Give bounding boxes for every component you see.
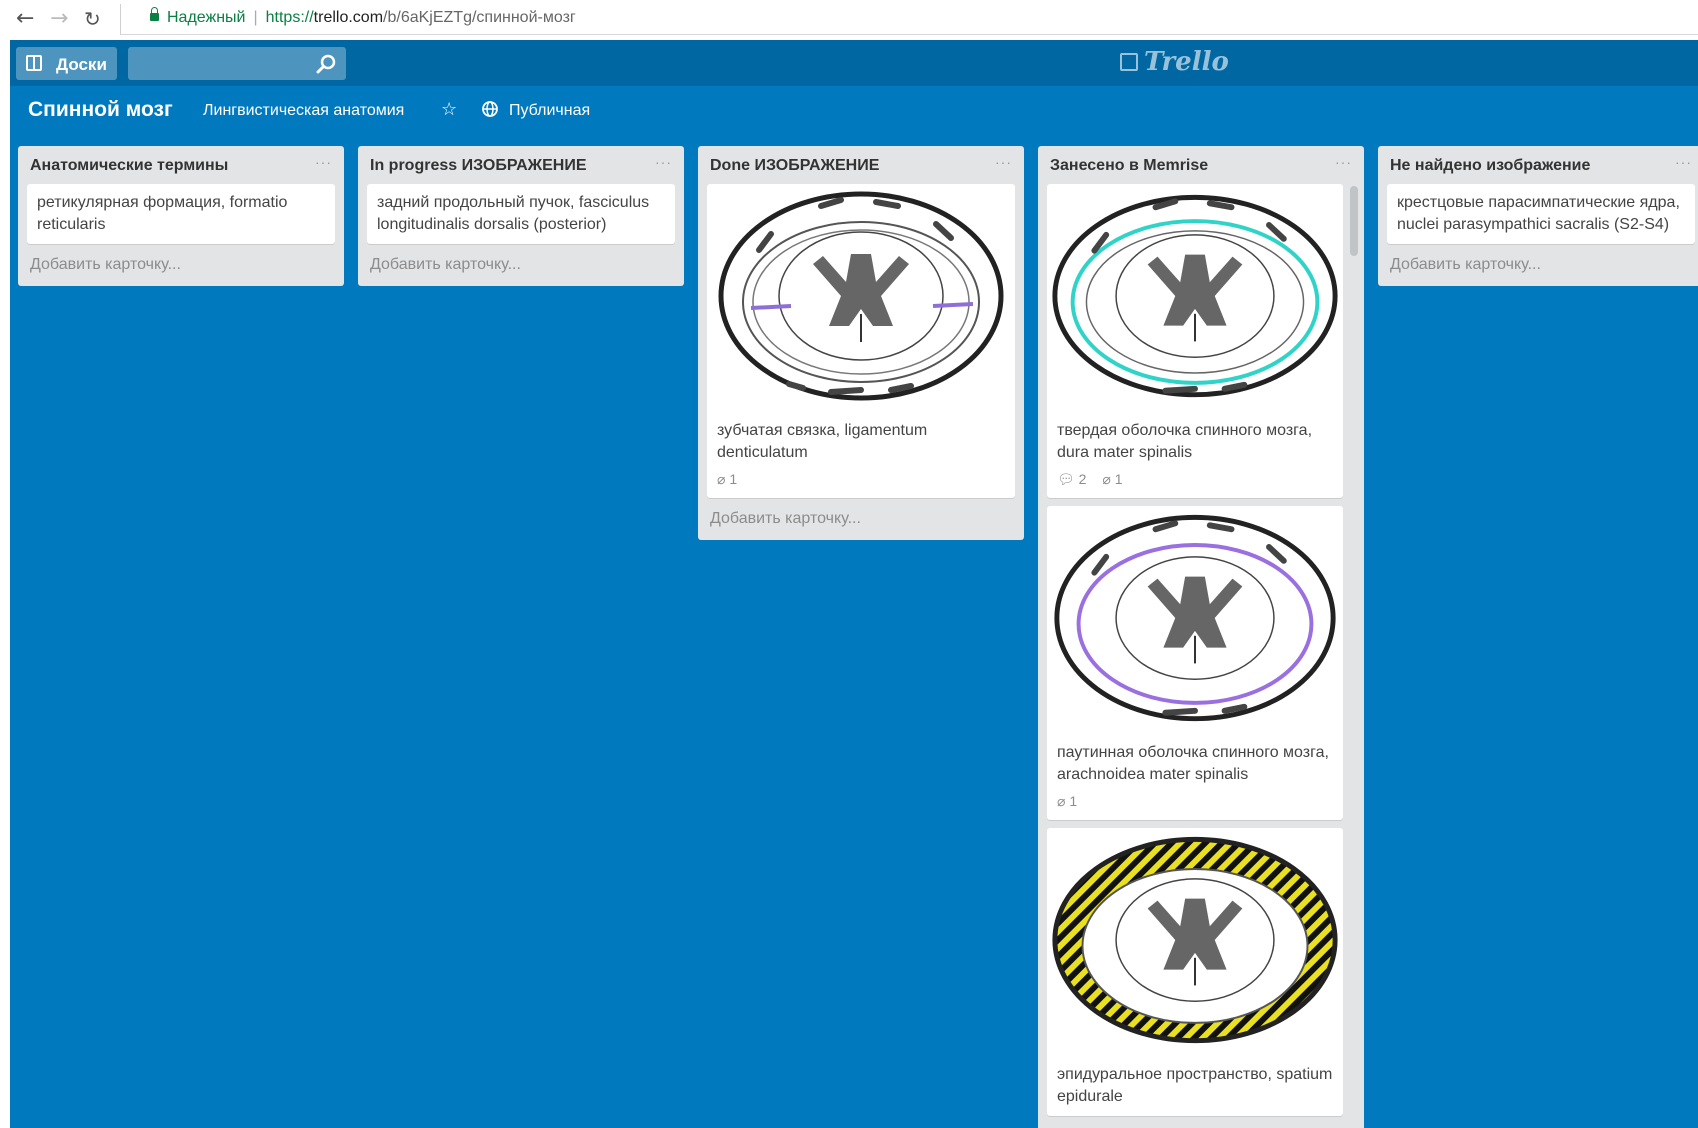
browser-toolbar: ← → ↻ Надежный | https://trello.com/b/6aKj… [0, 0, 1698, 38]
list-header[interactable]: In progress ИЗОБРАЖЕНИЕ ··· [358, 146, 684, 184]
trello-logo-icon [1120, 53, 1138, 71]
list-menu-icon[interactable]: ··· [995, 154, 1012, 170]
board-team-name[interactable]: Лингвистическая анатомия [203, 102, 404, 120]
list-done: Done ИЗОБРАЖЕНИЕ ··· зубчатая связка, li… [698, 146, 1024, 540]
card-title: паутинная оболочка спинного мозга, arach… [1057, 744, 1329, 783]
list-title[interactable]: Анатомические термины [30, 157, 228, 175]
add-card-button[interactable]: Добавить карточку... [1378, 252, 1698, 286]
globe-icon[interactable] [482, 101, 498, 117]
card-cover-image [718, 191, 1004, 401]
card[interactable]: твердая оболочка спинного мозга, dura ma… [1047, 184, 1343, 498]
list-title[interactable]: Done ИЗОБРАЖЕНИЕ [710, 157, 879, 175]
card[interactable]: ретикулярная формация, formatio reticula… [27, 184, 335, 244]
card-title: твердая оболочка спинного мозга, dura ma… [1057, 422, 1313, 461]
card-title: ретикулярная формация, formatio reticula… [37, 194, 288, 233]
search-input[interactable] [128, 47, 346, 80]
back-arrow-icon[interactable]: ← [16, 6, 34, 32]
list-header[interactable]: Не найдено изображение ··· [1378, 146, 1698, 184]
card[interactable]: паутинная оболочка спинного мозга, arach… [1047, 506, 1343, 820]
card-title: крестцовые парасимпатические ядра, nucle… [1397, 194, 1680, 233]
board-header: Спинной мозг Лингвистическая анатомия ☆ … [10, 86, 1698, 134]
add-card-button[interactable]: Добавить карточку... [358, 252, 684, 286]
list-title[interactable]: In progress ИЗОБРАЖЕНИЕ [370, 157, 587, 175]
boards-button[interactable]: Доски [16, 47, 117, 80]
paperclip-icon: ⌀ [1057, 793, 1066, 809]
url-text[interactable]: Надежный | https://trello.com/b/6aKjEZTg/с… [150, 7, 576, 27]
list-menu-icon[interactable]: ··· [1675, 154, 1692, 170]
card-cover-image [1052, 836, 1338, 1044]
list-menu-icon[interactable]: ··· [1335, 154, 1352, 170]
list-no-image: Не найдено изображение ··· крестцовые па… [1378, 146, 1698, 286]
star-icon[interactable]: ☆ [441, 99, 457, 120]
attachment-badge: ⌀ 1 [717, 471, 738, 487]
trello-logo[interactable]: Trello [1120, 47, 1229, 79]
boards-icon [26, 55, 42, 71]
card[interactable]: задний продольный пучок, fasciculus long… [367, 184, 675, 244]
search-icon[interactable] [316, 54, 336, 74]
reload-icon[interactable]: ↻ [84, 6, 101, 32]
list-memrise: Занесено в Memrise ··· твердая оболочка … [1038, 146, 1364, 1128]
list-menu-icon[interactable]: ··· [655, 154, 672, 170]
card[interactable]: зубчатая связка, ligamentum denticulatum… [707, 184, 1015, 498]
attachment-badge: ⌀ 1 [1102, 471, 1123, 487]
list-header[interactable]: Занесено в Memrise ··· [1038, 146, 1364, 184]
attachment-badge: ⌀ 1 [1057, 793, 1078, 809]
card-title: эпидуральное пространство, spatium epidu… [1057, 1066, 1333, 1105]
list-anatomical-terms: Анатомические термины ··· ретикулярная ф… [18, 146, 344, 286]
boards-label: Доски [56, 55, 107, 74]
paperclip-icon: ⌀ [1102, 471, 1111, 487]
lock-icon [150, 7, 159, 21]
secure-label: Надежный [167, 9, 246, 26]
list-header[interactable]: Анатомические термины ··· [18, 146, 344, 184]
list-title[interactable]: Не найдено изображение [1390, 157, 1590, 175]
list-menu-icon[interactable]: ··· [315, 154, 332, 170]
list-title[interactable]: Занесено в Memrise [1050, 157, 1208, 175]
card-cover-image [1052, 194, 1338, 398]
board-canvas: Доски Trello Спинной мозг Лингвистическа… [10, 40, 1698, 1128]
card[interactable]: крестцовые парасимпатические ядра, nucle… [1387, 184, 1695, 244]
comment-icon: 💬︎ [1057, 471, 1075, 487]
comments-badge: 💬︎ 2 [1057, 471, 1087, 487]
list-scrollbar[interactable] [1350, 186, 1358, 256]
app-header: Доски Trello [10, 40, 1698, 86]
card-title: задний продольный пучок, fasciculus long… [377, 194, 650, 233]
visibility-button[interactable]: Публичная [509, 102, 590, 120]
card-cover-image [1054, 514, 1336, 722]
card[interactable]: эпидуральное пространство, spatium epidu… [1047, 828, 1343, 1116]
card-title: зубчатая связка, ligamentum denticulatum [717, 422, 928, 461]
forward-arrow-icon[interactable]: → [50, 6, 68, 32]
add-card-button[interactable]: Добавить карточку... [18, 252, 344, 286]
list-header[interactable]: Done ИЗОБРАЖЕНИЕ ··· [698, 146, 1024, 184]
board-title[interactable]: Спинной мозг [28, 98, 173, 122]
list-in-progress: In progress ИЗОБРАЖЕНИЕ ··· задний продо… [358, 146, 684, 286]
add-card-button[interactable]: Добавить карточку... [698, 506, 1024, 540]
paperclip-icon: ⌀ [717, 471, 726, 487]
